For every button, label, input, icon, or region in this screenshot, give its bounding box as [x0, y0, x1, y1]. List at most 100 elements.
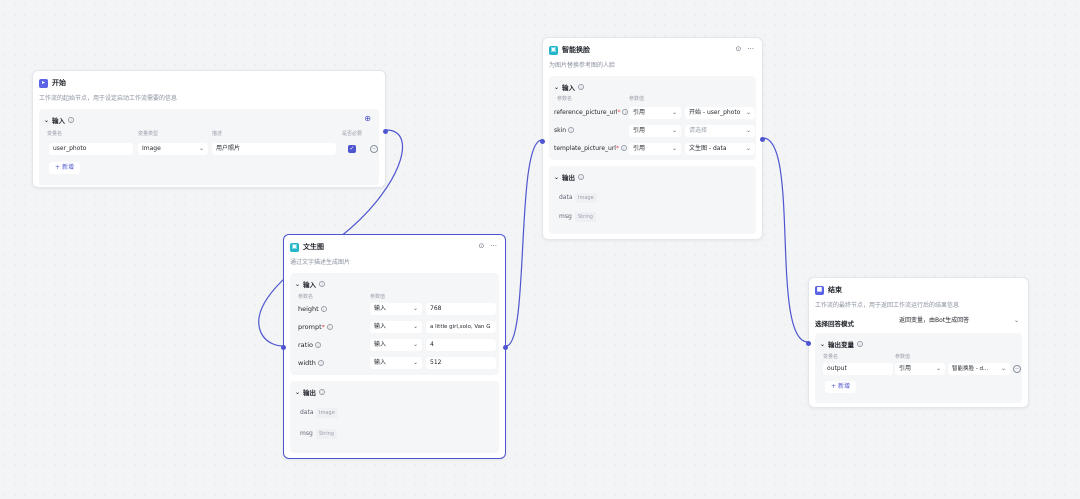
info-icon: i	[319, 389, 326, 395]
info-icon: i	[320, 306, 327, 312]
info-icon: i	[857, 341, 864, 347]
end-output-mode-select[interactable]: 引用 ⌄	[895, 363, 945, 375]
end-output-value-select[interactable]: 智能换脸 - d... ⌄	[948, 363, 1010, 375]
chevron-down-icon[interactable]: ⌄	[554, 174, 559, 181]
answer-mode-label: 选择回答模式	[815, 320, 854, 328]
prompt-mode-select[interactable]: 输入 ⌄	[370, 321, 422, 333]
start-icon: ▸	[39, 78, 48, 88]
chevron-down-icon: ⌄	[671, 109, 677, 116]
height-mode-select[interactable]: 输入 ⌄	[370, 303, 422, 315]
run-icon[interactable]: ⊙	[735, 45, 741, 53]
template-mode-select[interactable]: 引用 ⌄	[629, 143, 681, 155]
face-swap-input-panel: ⌄ 输入 i 参数名 参数值 reference_picture_url* i …	[549, 76, 756, 160]
start-required-checkbox[interactable]: ✓	[348, 145, 356, 153]
text-to-image-title: 文生图	[303, 243, 324, 251]
text-to-image-desc: 通过文字描述生成图片	[290, 259, 351, 266]
output-type-badge: String	[575, 212, 596, 222]
output-name: msg	[300, 430, 313, 437]
chevron-down-icon: ⌄	[671, 127, 677, 134]
output-name: msg	[559, 213, 572, 220]
output-name: data	[559, 194, 573, 201]
chevron-down-icon: ⌄	[671, 145, 677, 152]
end-node-desc: 工作流的最终节点，用于返回工作流运行后的结果信息	[815, 302, 960, 309]
chevron-down-icon: ⌄	[745, 127, 751, 134]
start-add-button[interactable]: + 新增	[49, 162, 80, 174]
chevron-down-icon[interactable]: ⌄	[44, 117, 49, 124]
chevron-down-icon[interactable]: ⌄	[554, 84, 559, 91]
plus-icon: +	[831, 383, 837, 390]
end-input-port[interactable]	[806, 341, 811, 346]
plus-icon: +	[55, 164, 61, 171]
info-icon: i	[578, 174, 585, 180]
info-icon: i	[319, 281, 326, 287]
ratio-value-field[interactable]: 4	[426, 339, 496, 351]
face-swap-input-port[interactable]	[540, 139, 545, 144]
chevron-down-icon[interactable]: ⌄	[295, 389, 300, 396]
start-col-var: 变量名	[47, 131, 63, 137]
output-type-badge: String	[316, 429, 337, 439]
reference-mode-select[interactable]: 引用 ⌄	[629, 107, 681, 119]
info-icon: i	[620, 145, 627, 151]
start-node[interactable]: ▸ 开始 工作流的起始节点，用于设定启动工作流需要的信息 ⌄ 输入 i ⊕ 变量…	[32, 70, 388, 188]
template-value-select[interactable]: 文生图 - data ⌄	[685, 143, 755, 155]
face-swap-output-panel: ⌄ 输出 i data Image msg String	[549, 166, 756, 234]
output-type-badge: Image	[316, 408, 338, 418]
start-var-name-field[interactable]: user_photo	[49, 143, 133, 155]
face-swap-node[interactable]: ▣ 智能换脸 ⊙ ··· 为图片替换参考图的人脸 ⌄ 输入 i 参数名 参数值 …	[540, 37, 765, 240]
start-output-port[interactable]	[383, 129, 388, 134]
text-to-image-output-port[interactable]	[503, 345, 508, 350]
add-variable-icon[interactable]: ⊕	[364, 114, 371, 123]
wire-face-swap-to-end	[762, 137, 809, 343]
end-node[interactable]: ■ 结束 工作流的最终节点，用于返回工作流运行后的结果信息 选择回答模式 返回变…	[806, 277, 1029, 408]
chevron-down-icon: ⌄	[412, 359, 418, 366]
swap-icon: ▣	[549, 45, 558, 55]
info-icon: i	[326, 324, 333, 330]
text-to-image-node[interactable]: ▣ 文生图 ⊙ ··· 通过文字描述生成图片 ⌄ 输入 i 参数名 参数值 he…	[281, 234, 508, 459]
more-icon[interactable]: ···	[747, 45, 754, 53]
info-icon: i	[578, 84, 585, 90]
more-icon[interactable]: ···	[490, 242, 497, 250]
remove-icon[interactable]: −	[1013, 365, 1021, 373]
remove-icon[interactable]: −	[370, 145, 378, 153]
start-input-panel: ⌄ 输入 i ⊕ 变量名 变量类型 描述 是否必要 user_photo Ima…	[39, 109, 379, 185]
run-icon[interactable]: ⊙	[478, 242, 484, 250]
end-add-button[interactable]: + 新增	[825, 381, 856, 393]
start-col-type: 变量类型	[138, 131, 159, 137]
start-col-desc: 描述	[212, 131, 223, 137]
image-icon: ▣	[290, 242, 299, 252]
width-mode-select[interactable]: 输入 ⌄	[370, 357, 422, 369]
chevron-down-icon[interactable]: ⌄	[820, 341, 825, 348]
end-output-name-field[interactable]: output	[823, 363, 893, 375]
end-icon: ■	[815, 285, 824, 295]
chevron-down-icon: ⌄	[1000, 365, 1006, 372]
output-name: data	[300, 409, 314, 416]
chevron-down-icon: ⌄	[198, 145, 204, 152]
ratio-mode-select[interactable]: 输入 ⌄	[370, 339, 422, 351]
chevron-down-icon: ⌄	[745, 145, 751, 152]
start-input-title: 输入	[52, 117, 66, 125]
reference-value-select[interactable]: 开始 - user_photo ⌄	[685, 107, 755, 119]
answer-mode-select[interactable]: 返回变量，由Bot生成回答 ⌄	[895, 315, 1023, 327]
col-param-value: 参数值	[629, 96, 645, 102]
start-var-desc-field[interactable]: 用户照片	[212, 143, 336, 155]
col-param-value: 参数值	[370, 294, 386, 300]
skin-mode-select[interactable]: 引用 ⌄	[629, 125, 681, 137]
end-output-panel: ⌄ 输出变量 i 变量名 参数值 output 引用 ⌄ 智能换脸 - d... ⌄…	[815, 333, 1022, 403]
chevron-down-icon: ⌄	[935, 365, 941, 372]
start-var-type-select[interactable]: Image ⌄	[138, 143, 208, 155]
face-swap-output-port[interactable]	[760, 137, 765, 142]
col-param-name: 参数名	[298, 294, 314, 300]
text-to-image-input-port[interactable]	[281, 345, 286, 350]
width-value-field[interactable]: 512	[426, 357, 496, 369]
face-swap-title: 智能换脸	[562, 46, 590, 54]
chevron-down-icon: ⌄	[412, 305, 418, 312]
info-icon: i	[315, 342, 322, 348]
start-node-desc: 工作流的起始节点，用于设定启动工作流需要的信息	[39, 95, 178, 102]
height-value-field[interactable]: 768	[426, 303, 496, 315]
prompt-value-field[interactable]: a little girl,solo, Van G	[426, 321, 496, 333]
info-icon: i	[568, 127, 574, 133]
output-type-badge: Image	[575, 193, 597, 203]
chevron-down-icon[interactable]: ⌄	[295, 281, 300, 288]
chevron-down-icon: ⌄	[1013, 317, 1019, 324]
skin-value-select[interactable]: 请选择 ⌄	[685, 125, 755, 137]
